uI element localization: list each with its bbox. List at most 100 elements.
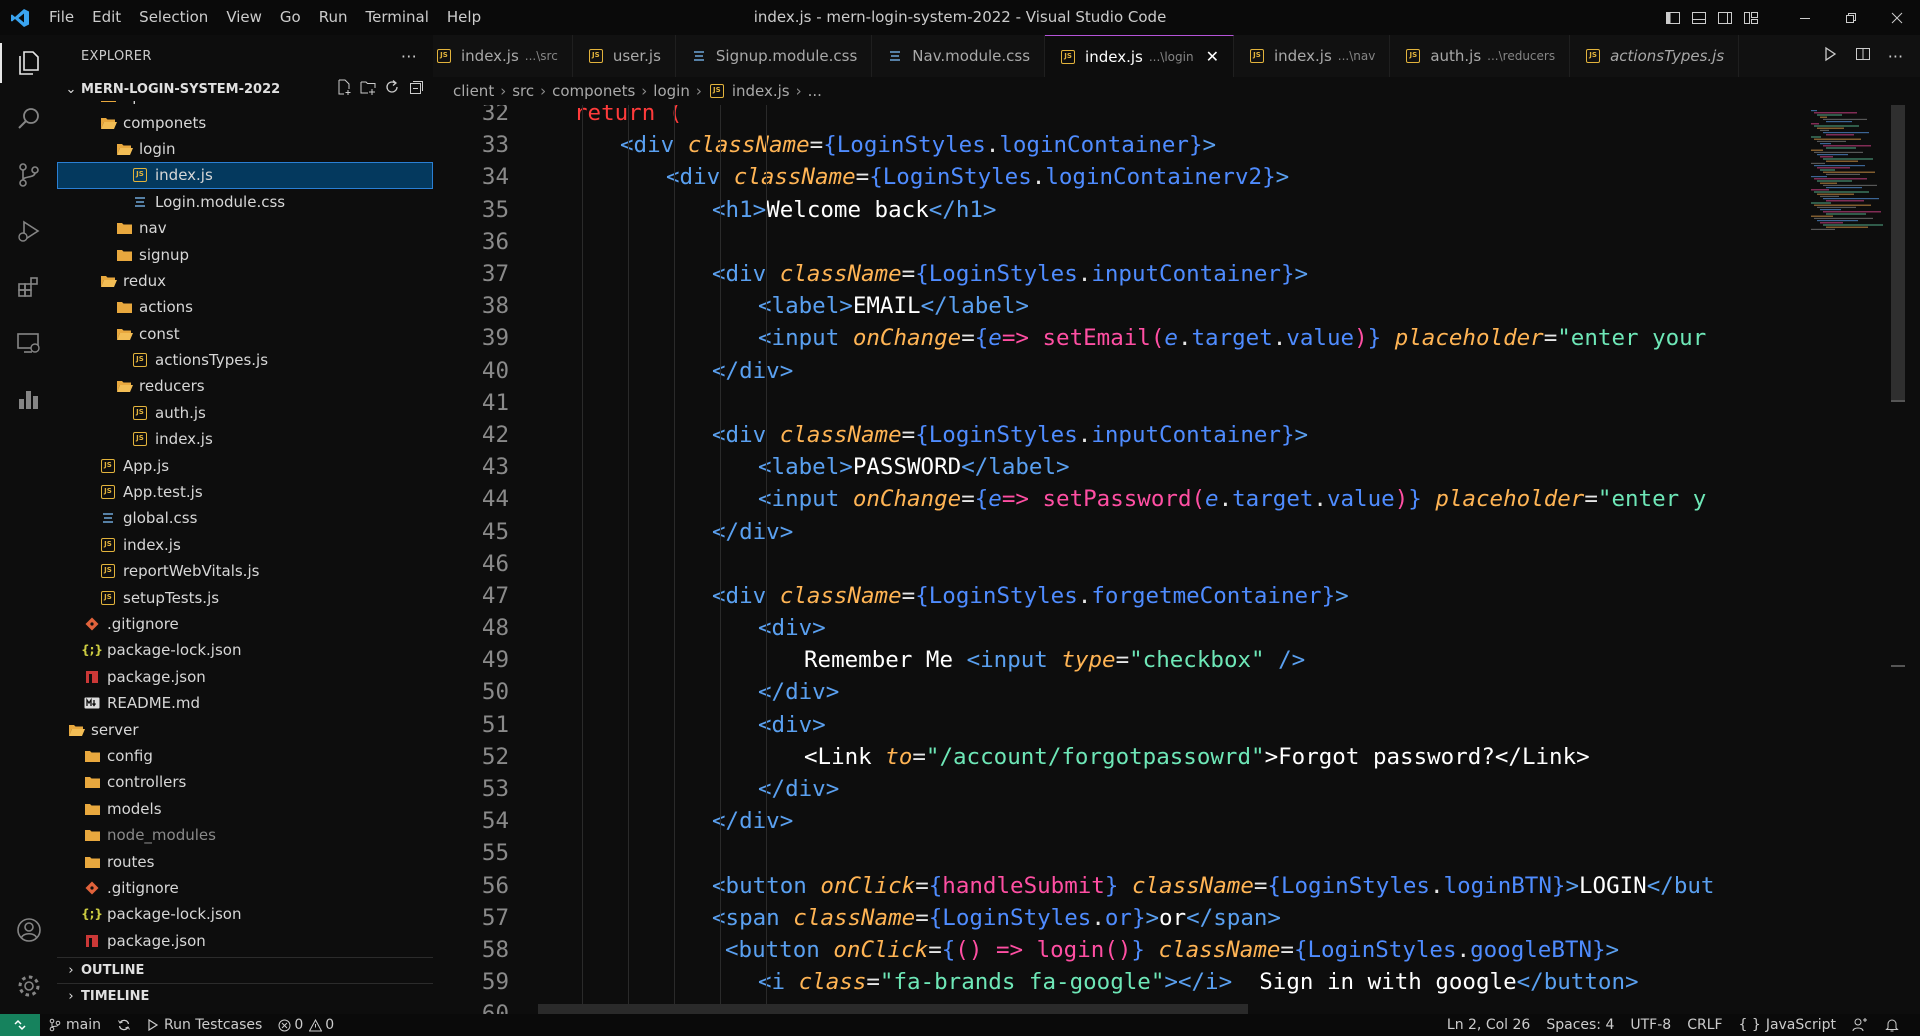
new-file-icon[interactable] [335, 78, 353, 100]
file-item-package-lock-json[interactable]: {;} package-lock.json [57, 637, 433, 663]
indentation-status[interactable]: Spaces: 4 [1538, 1014, 1622, 1036]
file-item-auth-js[interactable]: JS auth.js [57, 400, 433, 426]
eol-status[interactable]: CRLF [1679, 1014, 1730, 1036]
code-line[interactable]: 55 [433, 837, 1805, 869]
code-line[interactable]: 46 [433, 548, 1805, 580]
vertical-scrollbar-thumb[interactable] [1891, 105, 1905, 400]
code-line[interactable]: 32 return ( [433, 105, 1805, 129]
code-line[interactable]: 57 <span className={LoginStyles.or}>or</s… [433, 902, 1805, 934]
tab-user-js[interactable]: JS user.js [573, 35, 676, 77]
folder-item-redux[interactable]: redux [57, 268, 433, 294]
toggle-panel-icon[interactable] [1686, 0, 1712, 35]
folder-item-api[interactable]: api [57, 101, 433, 109]
tab-index-js-login[interactable]: JS index.js ...\login ✕ [1045, 35, 1234, 77]
tab-auth-js-reducers[interactable]: JS auth.js ...\reducers [1390, 35, 1571, 77]
menu-edit[interactable]: Edit [83, 0, 130, 35]
restore-icon[interactable] [1828, 0, 1874, 35]
folder-item-server[interactable]: server [57, 716, 433, 742]
breadcrumb-item[interactable]: ... [808, 82, 822, 100]
file-item-index-js[interactable]: JS index.js [57, 162, 433, 189]
file-item-index-js[interactable]: JS index.js [57, 532, 433, 558]
folder-item-models[interactable]: models [57, 796, 433, 822]
breadcrumb-item[interactable]: src [512, 82, 534, 100]
code-line[interactable]: 39 <input onChange={e=> setEmail(e.target… [433, 322, 1805, 354]
code-line[interactable]: 40 </div> [433, 355, 1805, 387]
code-line[interactable]: 33 <div className={LoginStyles.loginConta… [433, 129, 1805, 161]
code-line[interactable]: 51 <div> [433, 709, 1805, 741]
code-line[interactable]: 38 <label>EMAIL</label> [433, 290, 1805, 322]
new-folder-icon[interactable] [359, 78, 377, 100]
vscode-logo-icon[interactable] [0, 0, 40, 35]
minimize-icon[interactable] [1782, 0, 1828, 35]
menu-run[interactable]: Run [310, 0, 357, 35]
code-line[interactable]: 44 <input onChange={e=> setPassword(e.tar… [433, 483, 1805, 515]
code-line[interactable]: 49 Remember Me <input type="checkbox" /> [433, 644, 1805, 676]
menu-terminal[interactable]: Terminal [357, 0, 438, 35]
search-icon[interactable] [0, 91, 57, 147]
file-item-package-lock-json[interactable]: {;} package-lock.json [57, 901, 433, 927]
folder-item-const[interactable]: const [57, 321, 433, 347]
folder-item-node-modules[interactable]: node_modules [57, 822, 433, 848]
more-actions-icon[interactable]: ··· [1888, 47, 1903, 66]
folder-item-reducers[interactable]: reducers [57, 373, 433, 399]
breadcrumb-item[interactable]: index.js [732, 82, 790, 100]
horizontal-scrollbar[interactable] [538, 1004, 1248, 1014]
run-testcases-button[interactable]: Run Testcases [139, 1014, 270, 1036]
folder-item-config[interactable]: config [57, 743, 433, 769]
accounts-icon[interactable] [0, 902, 57, 958]
menu-help[interactable]: Help [438, 0, 490, 35]
feedback-icon[interactable] [1844, 1014, 1876, 1036]
code-line[interactable]: 43 <label>PASSWORD</label> [433, 451, 1805, 483]
folder-item-routes[interactable]: routes [57, 848, 433, 874]
menu-view[interactable]: View [217, 0, 271, 35]
folder-item-nav[interactable]: nav [57, 215, 433, 241]
timeline-section-header[interactable]: › TIMELINE [57, 983, 433, 1009]
code-line[interactable]: 48 <div> [433, 612, 1805, 644]
code-line[interactable]: 47 <div className={LoginStyles.forgetmeCo… [433, 580, 1805, 612]
file-item-readme-md[interactable]: README.md [57, 690, 433, 716]
problems-status[interactable]: 0 0 [270, 1014, 342, 1036]
close-window-icon[interactable] [1874, 0, 1920, 35]
branch-status[interactable]: main [40, 1014, 109, 1036]
folder-item-login[interactable]: login [57, 136, 433, 162]
refresh-icon[interactable] [383, 78, 401, 100]
file-item-package-json[interactable]: package.json [57, 928, 433, 954]
tab-index-js-src[interactable]: JS index.js ...\src [433, 35, 573, 77]
sync-icon[interactable] [109, 1014, 139, 1036]
folder-item-controllers[interactable]: controllers [57, 769, 433, 795]
tab-index-js-nav[interactable]: JS index.js ...\nav [1234, 35, 1391, 77]
folder-item-signup[interactable]: signup [57, 241, 433, 267]
code-line[interactable]: 45 </div> [433, 515, 1805, 547]
customize-layout-icon[interactable] [1738, 0, 1764, 35]
file-item-gitignore[interactable]: .gitignore [57, 875, 433, 901]
code-line[interactable]: 54 </div> [433, 805, 1805, 837]
close-tab-icon[interactable]: ✕ [1206, 47, 1219, 66]
code-line[interactable]: 58 <button onClick={() => login()} classN… [433, 934, 1805, 966]
tab-nav-module-css[interactable]: Nav.module.css [872, 35, 1046, 77]
file-item-setuptests-js[interactable]: JS setupTests.js [57, 584, 433, 610]
breadcrumb-item[interactable]: login [653, 82, 690, 100]
workspace-root-folder[interactable]: ⌄ MERN-LOGIN-SYSTEM-2022 [57, 77, 433, 101]
file-item-gitignore[interactable]: .gitignore [57, 611, 433, 637]
code-line[interactable]: 36 [433, 226, 1805, 258]
source-control-icon[interactable] [0, 147, 57, 203]
file-item-actionstypes-js[interactable]: JS actionsTypes.js [57, 347, 433, 373]
menu-selection[interactable]: Selection [130, 0, 217, 35]
remote-explorer-icon[interactable] [0, 315, 57, 371]
more-actions-icon[interactable]: ··· [401, 47, 417, 66]
code-line[interactable]: 37 <div className={LoginStyles.inputConta… [433, 258, 1805, 290]
code-line[interactable]: 41 [433, 387, 1805, 419]
file-item-reportwebvitals-js[interactable]: JS reportWebVitals.js [57, 558, 433, 584]
breadcrumb-item[interactable]: componets [552, 82, 635, 100]
menu-file[interactable]: File [40, 0, 83, 35]
file-item-app-js[interactable]: JS App.js [57, 452, 433, 478]
code-line[interactable]: 35 <h1>Welcome back</h1> [433, 194, 1805, 226]
folder-item-componets[interactable]: componets [57, 109, 433, 135]
language-mode[interactable]: { } JavaScript [1731, 1014, 1844, 1036]
outline-section-header[interactable]: › OUTLINE [57, 957, 433, 983]
code-line[interactable]: 50 </div> [433, 676, 1805, 708]
toggle-secondary-sidebar-icon[interactable] [1712, 0, 1738, 35]
code-editor[interactable]: 32 return (33 <div className={LoginStyles.… [433, 105, 1905, 1014]
code-line[interactable]: 53 </div> [433, 773, 1805, 805]
extensions-icon[interactable] [0, 259, 57, 315]
